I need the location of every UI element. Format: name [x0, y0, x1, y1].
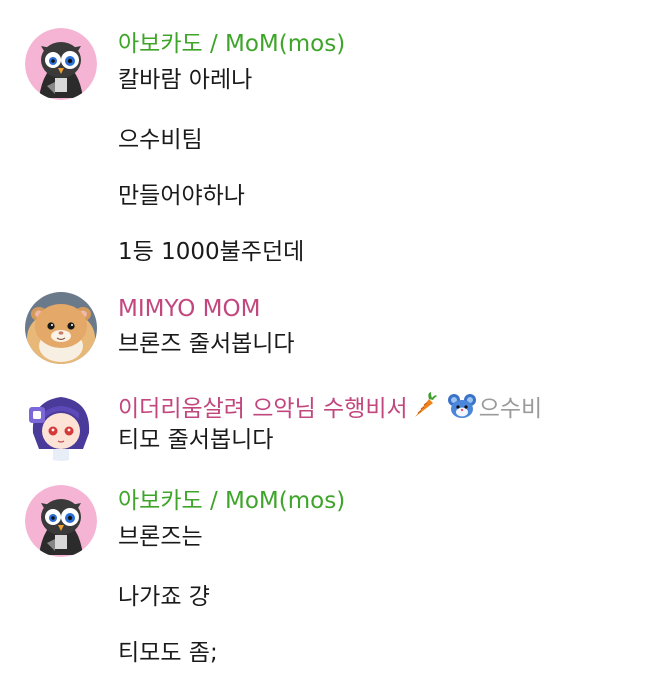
owl-avatar-icon[interactable] — [25, 485, 97, 557]
message-text: 티모도 좀; — [118, 640, 218, 666]
message-text: 칼바람 아레나 — [118, 67, 253, 93]
message-text: 나가죠 걍 — [118, 584, 210, 610]
sender-name[interactable]: MIMYO MOM — [118, 295, 260, 323]
hamster-avatar-icon[interactable] — [25, 292, 97, 364]
sender-name[interactable]: 아보카도 / MoM(mos) — [118, 30, 345, 58]
message-text: 으수비팀 — [118, 127, 203, 153]
sender-suffix: 으수비 — [478, 395, 543, 422]
message-text: 티모 줄서봅니다 — [118, 427, 274, 453]
message-text: 브론즈는 — [118, 524, 203, 550]
mouse-icon — [447, 391, 477, 426]
sender-name-text: 아보카도 / MoM(mos) — [118, 488, 346, 514]
carrot-icon — [411, 391, 437, 426]
sender-name-text: 아보카도 / MoM(mos) — [118, 31, 346, 57]
sender-name-text: MIMYO MOM — [118, 296, 261, 322]
owl-avatar-icon[interactable] — [25, 28, 97, 100]
message-text: 1등 1000불주던데 — [118, 239, 305, 265]
sender-name-text: 이더리움살려 으악님 수행비서 — [118, 395, 408, 422]
message-text: 만들어야하나 — [118, 183, 245, 209]
sender-name[interactable]: 아보카도 / MoM(mos) — [118, 487, 345, 515]
sender-name[interactable]: 이더리움살려 으악님 수행비서 으수비 — [118, 391, 542, 426]
message-text: 브론즈 줄서봅니다 — [118, 331, 295, 357]
anime-girl-avatar-icon[interactable] — [25, 389, 97, 461]
